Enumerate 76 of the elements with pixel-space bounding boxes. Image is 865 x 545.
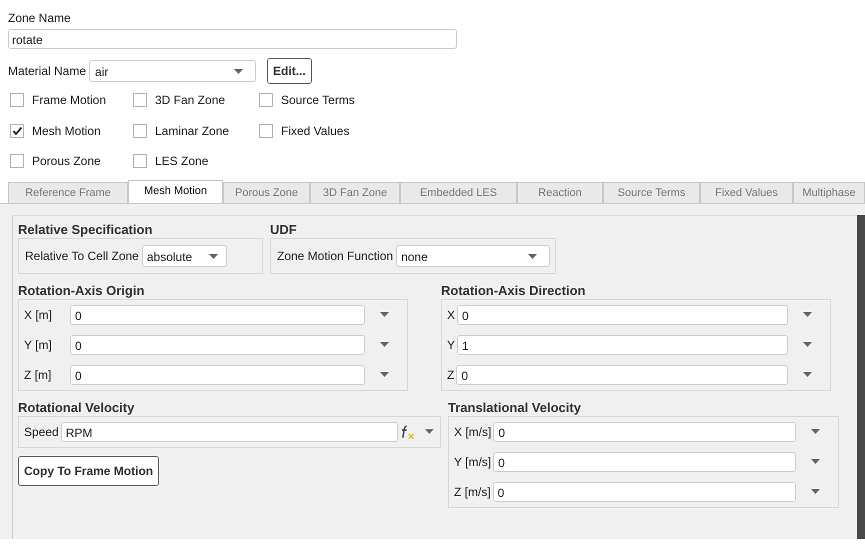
input-field[interactable]: 0 — [492, 482, 796, 502]
tab[interactable]: Reaction — [517, 182, 603, 202]
checkbox[interactable] — [133, 154, 147, 168]
input-field[interactable]: 0 — [70, 304, 365, 324]
checkbox-label: LES Zone — [155, 154, 208, 168]
checkbox[interactable] — [10, 124, 24, 138]
caret-icon[interactable] — [802, 372, 812, 377]
edit-button[interactable]: Edit... — [267, 58, 312, 84]
caret-icon[interactable] — [380, 342, 388, 347]
tab[interactable]: Source Terms — [603, 182, 700, 202]
group-title: UDF — [270, 222, 298, 238]
checkbox[interactable] — [133, 124, 147, 138]
checkbox[interactable] — [259, 93, 273, 108]
group-title: Rotation-Axis Origin — [18, 282, 146, 298]
group-title: Rotational Velocity — [18, 400, 136, 416]
dropdown[interactable]: absolute — [142, 244, 227, 266]
checkbox-label: Source Terms — [281, 93, 355, 108]
field-label: Relative To Cell Zone — [25, 248, 139, 262]
group-title: Relative Specification — [18, 222, 154, 238]
checkbox-label: Mesh Motion — [32, 124, 101, 138]
input-field[interactable]: 0 — [493, 422, 796, 442]
group-title: Rotation-Axis Direction — [441, 282, 586, 298]
checkbox[interactable] — [133, 93, 147, 108]
caret-icon[interactable] — [208, 254, 218, 259]
caret-icon[interactable] — [810, 489, 820, 494]
caret-icon[interactable] — [810, 429, 820, 434]
caret-icon[interactable] — [802, 312, 812, 317]
group-title: Translational Velocity — [448, 400, 582, 416]
copy-button[interactable]: Copy To Frame Motion — [18, 456, 160, 486]
input-field[interactable]: 0 — [457, 304, 788, 324]
field-label: X [m/s] — [454, 424, 492, 438]
dropdown[interactable]: none — [396, 244, 550, 266]
input-field[interactable]: 0 — [456, 364, 788, 384]
checkbox-label: Laminar Zone — [155, 124, 230, 138]
tab[interactable]: 3D Fan Zone — [310, 182, 400, 202]
field-label: Y — [447, 338, 456, 352]
input-field[interactable]: RPM — [60, 422, 398, 442]
checkbox[interactable] — [259, 124, 273, 138]
checkbox-label: 3D Fan Zone — [155, 93, 226, 108]
caret-icon[interactable] — [810, 459, 820, 464]
field-label: X [m] — [24, 308, 54, 322]
field-label: Z [m/s] — [454, 484, 491, 498]
checkbox-label: Frame Motion — [32, 93, 106, 108]
caret-icon[interactable] — [380, 372, 388, 377]
dropdown[interactable]: air — [89, 60, 256, 82]
checkbox[interactable] — [10, 93, 24, 108]
input-field[interactable]: 0 — [70, 364, 365, 384]
caret-icon[interactable] — [528, 254, 537, 259]
field-label: Y [m/s] — [454, 454, 492, 468]
caret-icon[interactable] — [380, 312, 388, 317]
field-label: Zone Name — [8, 11, 72, 26]
checkbox-label: Fixed Values — [281, 124, 350, 138]
field-label: Material Name — [8, 64, 86, 78]
input-field[interactable]: 0 — [493, 452, 796, 472]
field-label: Zone Motion Function — [277, 248, 394, 262]
checkbox-label: Porous Zone — [32, 154, 101, 168]
checkbox[interactable] — [10, 154, 24, 168]
caret-icon[interactable] — [234, 69, 244, 74]
scrollbar[interactable] — [857, 214, 865, 538]
caret-icon[interactable] — [802, 342, 812, 347]
input-field[interactable]: 1 — [457, 334, 788, 354]
function-icon[interactable] — [400, 424, 416, 438]
tab[interactable]: Mesh Motion — [128, 180, 223, 202]
field-label: Z [m] — [24, 368, 52, 382]
input-field[interactable]: rotate — [8, 29, 457, 49]
field-label: Z — [447, 368, 454, 382]
tab[interactable]: Fixed Values — [700, 182, 793, 202]
field-label: Y [m] — [24, 338, 53, 352]
field-label: Speed — [24, 424, 59, 438]
tab[interactable]: Reference Frame — [8, 182, 128, 202]
tab[interactable]: Porous Zone — [223, 182, 310, 202]
field-label: X — [447, 308, 456, 322]
tab[interactable]: Multiphase — [793, 182, 865, 202]
tab[interactable]: Embedded LES — [400, 182, 517, 202]
input-field[interactable]: 0 — [70, 334, 365, 354]
caret-icon[interactable] — [425, 429, 434, 434]
